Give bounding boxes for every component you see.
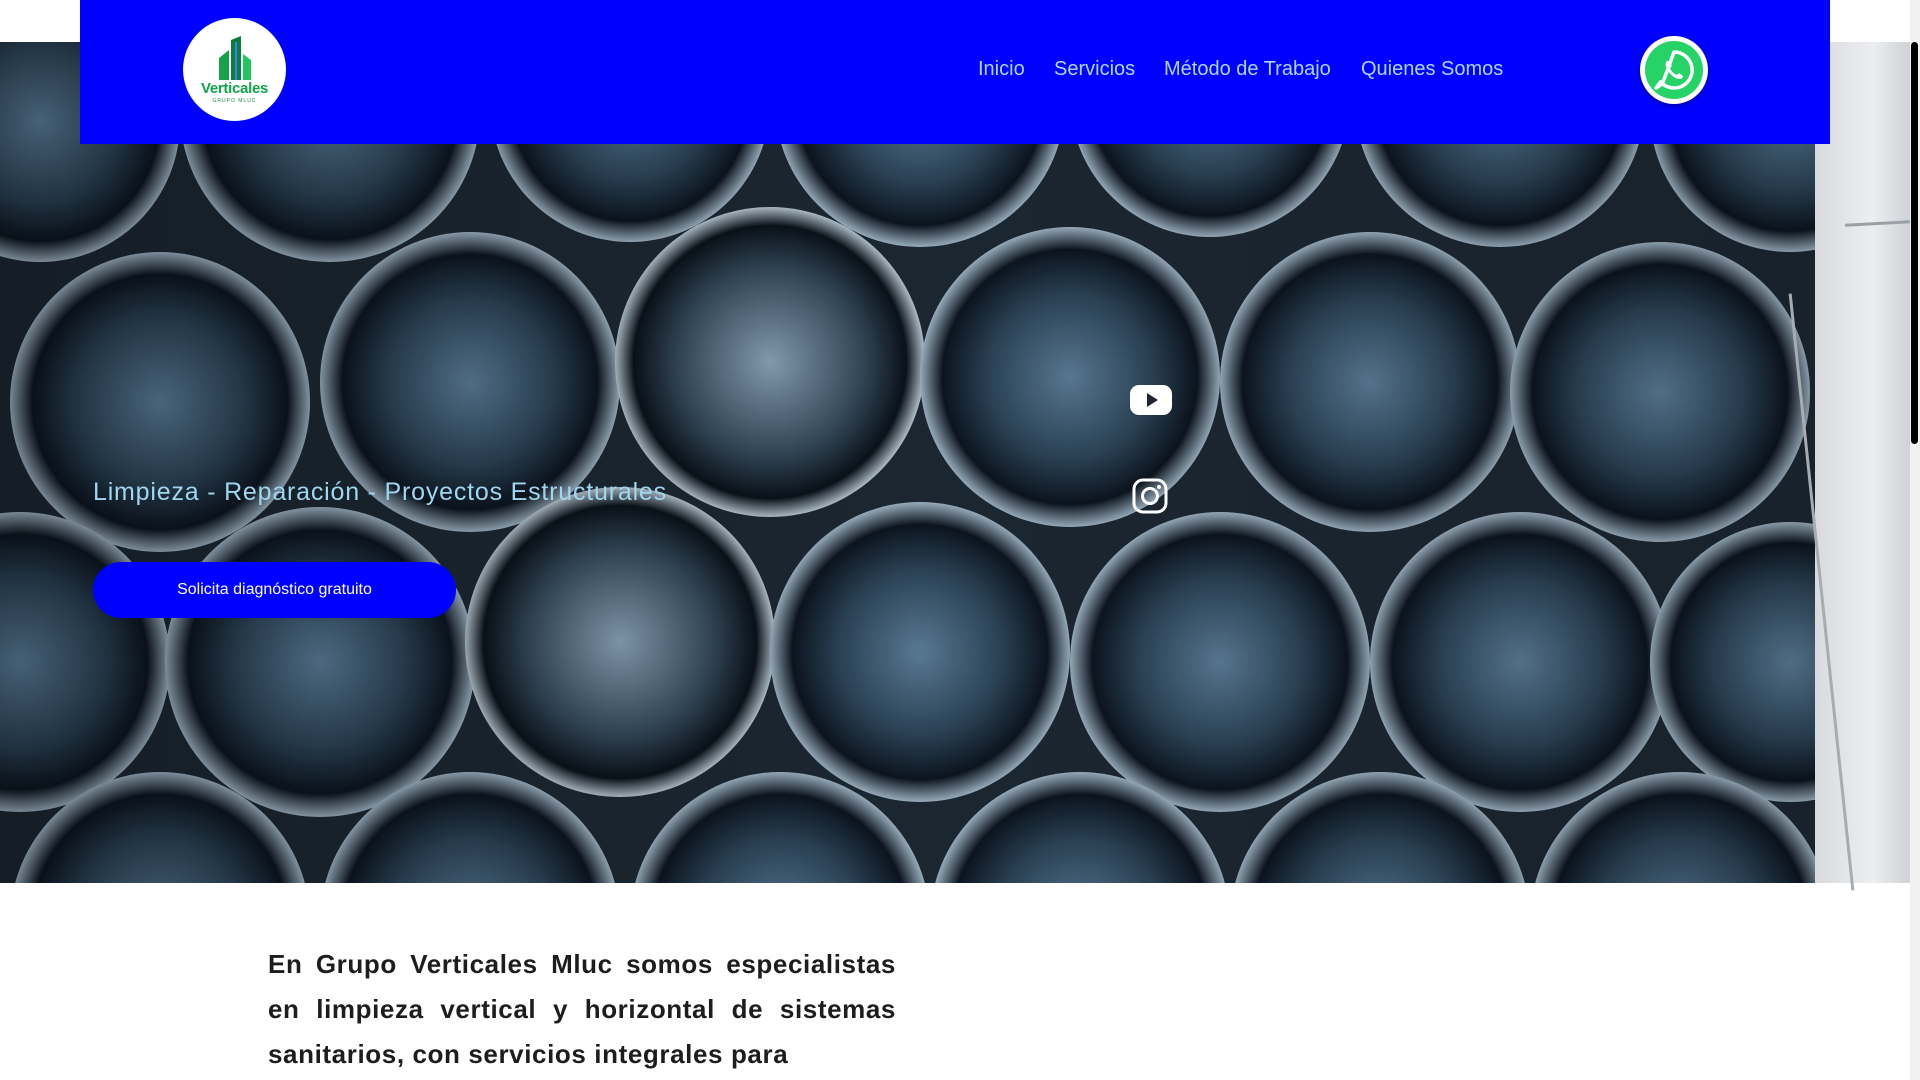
edge-line (1844, 220, 1911, 227)
hero-tagline: Limpieza - Reparación - Proyectos Estruc… (93, 478, 667, 506)
request-diagnosis-button[interactable]: Solicita diagnóstico gratuito (93, 562, 456, 618)
hero-right-edge (1788, 42, 1911, 891)
whatsapp-icon (1645, 41, 1703, 99)
youtube-link[interactable] (1130, 385, 1172, 415)
main-nav: Inicio Servicios Método de Trabajo Quien… (80, 58, 1830, 86)
nav-item-servicios[interactable]: Servicios (1054, 58, 1135, 81)
nav-item-quienes-somos[interactable]: Quienes Somos (1361, 58, 1503, 81)
whatsapp-button[interactable] (1640, 36, 1708, 104)
instagram-icon (1132, 478, 1168, 514)
site-header: Verticales GRUPO MLUC Inicio Servicios M… (80, 0, 1830, 144)
instagram-link[interactable] (1132, 478, 1168, 514)
youtube-icon (1130, 385, 1172, 415)
hero-overlay (0, 42, 1815, 883)
logo-subtitle: GRUPO MLUC (212, 97, 257, 104)
hero-background (0, 42, 1815, 883)
intro-paragraph: En Grupo Verticales Mluc somos especiali… (268, 949, 896, 1069)
nav-item-inicio[interactable]: Inicio (978, 58, 1025, 81)
scrollbar-thumb[interactable] (1911, 42, 1918, 444)
page: Verticales GRUPO MLUC Inicio Servicios M… (0, 0, 1920, 1080)
nav-item-metodo-de-trabajo[interactable]: Método de Trabajo (1164, 58, 1331, 81)
